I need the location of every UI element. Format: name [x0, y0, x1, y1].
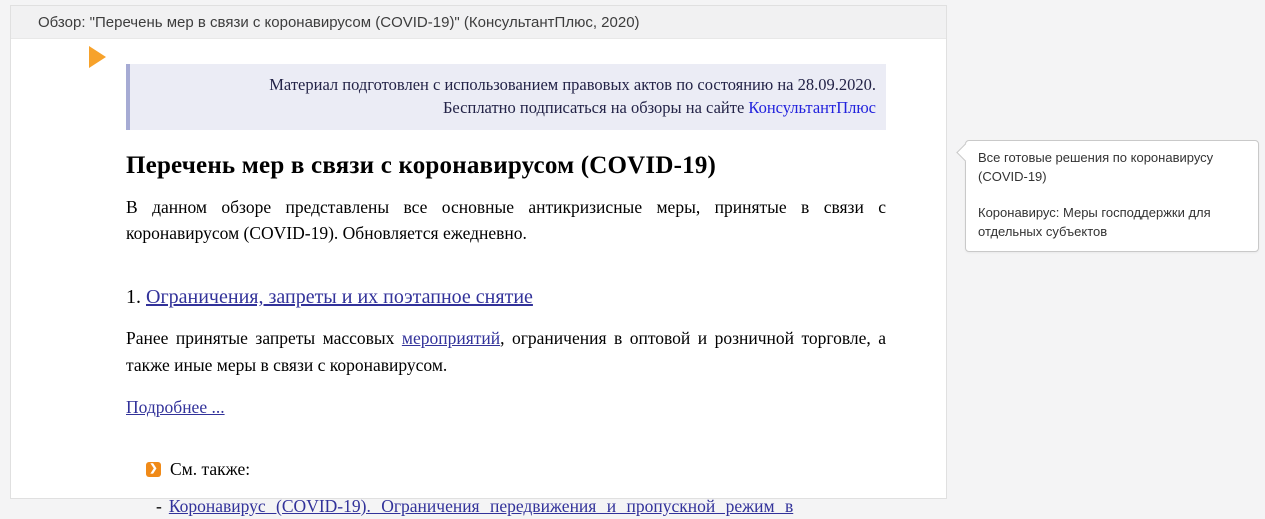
see-also-list-item: -Коронавирус (COVID-19). Ограничения пер… — [156, 493, 886, 519]
intro-paragraph: В данном обзоре представлены все основны… — [126, 194, 886, 247]
more-link[interactable]: Подробнее ... — [126, 397, 225, 417]
see-also-label: См. также: — [170, 459, 250, 480]
see-also-list: -Коронавирус (COVID-19). Ограничения пер… — [156, 493, 886, 519]
related-links-callout: Все готовые решения по коронавирусу (COV… — [965, 140, 1259, 252]
document-titlebar: Обзор: "Перечень мер в связи с коронавир… — [11, 6, 946, 39]
section-1-heading: 1. Ограничения, запреты и их поэтапное с… — [126, 286, 886, 309]
section-1-body: Ранее принятые запреты массовых мероприя… — [126, 325, 886, 378]
more-paragraph: Подробнее ... — [126, 397, 886, 418]
callout-item-state-support[interactable]: Коронавирус: Меры господдержки для отдел… — [978, 204, 1246, 242]
section-1-number: 1. — [126, 286, 141, 308]
document-content: Материал подготовлен с использованием пр… — [126, 64, 886, 519]
document-title: Обзор: "Перечень мер в связи с коронавир… — [38, 14, 640, 31]
callout-tail — [956, 143, 974, 161]
see-also-chevron-icon: ❯ — [146, 462, 161, 477]
consultantplus-link[interactable]: КонсультантПлюс — [748, 98, 876, 117]
section-1-body-text: Ранее принятые запреты массовых — [126, 328, 394, 348]
page-title: Перечень мер в связи с коронавирусом (CO… — [126, 152, 886, 180]
see-also-header: ❯ См. также: — [146, 459, 886, 480]
current-position-arrow-icon — [89, 46, 106, 68]
callout-item-ready-solutions[interactable]: Все готовые решения по коронавирусу (COV… — [978, 149, 1246, 187]
notice-line-2: Бесплатно подписаться на обзоры на сайте… — [140, 96, 876, 119]
section-1-title-link[interactable]: Ограничения, запреты и их поэтапное снят… — [146, 286, 533, 308]
notice-line-2-text: Бесплатно подписаться на обзоры на сайте — [443, 98, 744, 117]
meropriyatiy-link[interactable]: мероприятий — [402, 328, 500, 348]
notice-box: Материал подготовлен с использованием пр… — [126, 64, 886, 130]
document-panel: Обзор: "Перечень мер в связи с коронавир… — [10, 5, 947, 499]
notice-line-1: Материал подготовлен с использованием пр… — [140, 73, 876, 96]
